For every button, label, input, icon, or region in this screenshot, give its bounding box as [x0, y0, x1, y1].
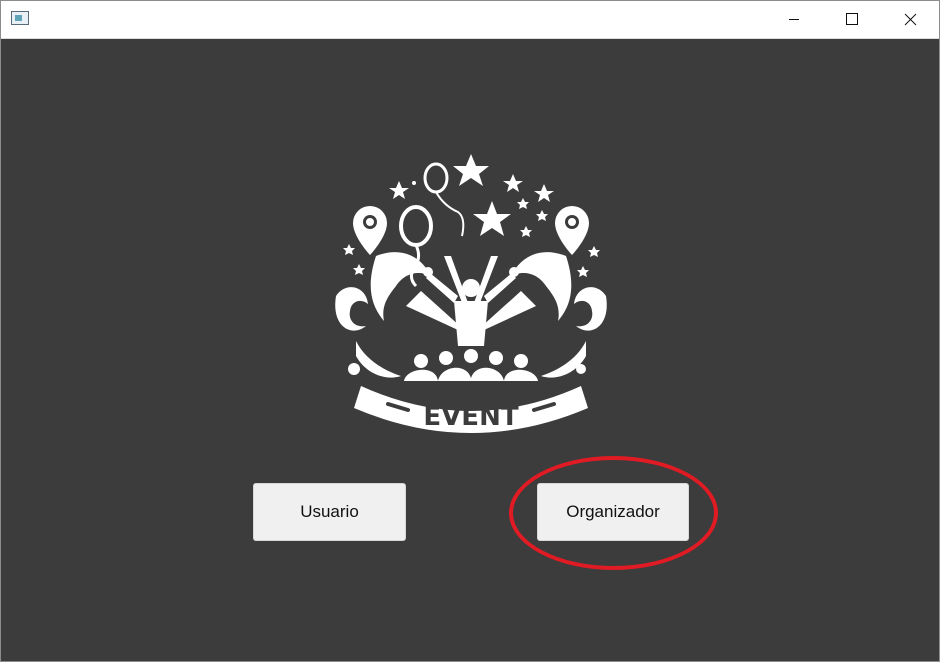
- logo-text: EVENT: [423, 402, 518, 432]
- app-window: EVENT Usuario Organizador: [0, 0, 940, 662]
- organizador-button[interactable]: Organizador: [537, 483, 689, 541]
- maximize-icon: [846, 13, 858, 25]
- close-button[interactable]: [881, 1, 939, 38]
- usuario-button[interactable]: Usuario: [253, 483, 406, 541]
- event-logo: EVENT: [326, 146, 616, 441]
- app-icon: [11, 11, 29, 25]
- minimize-button[interactable]: [765, 1, 823, 38]
- title-bar[interactable]: [1, 1, 939, 39]
- minimize-icon: [789, 19, 799, 20]
- event-emblem-icon: EVENT: [335, 154, 607, 433]
- maximize-button[interactable]: [823, 1, 881, 38]
- close-icon: [904, 13, 917, 26]
